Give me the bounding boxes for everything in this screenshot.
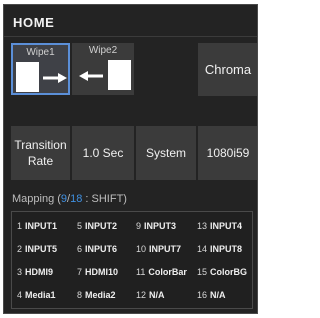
mapping-cell[interactable]: 6 INPUT6 [77, 238, 137, 260]
system-label: System [145, 146, 186, 160]
mapping-cell-source: INPUT1 [25, 221, 58, 231]
rate-value: 1.0 Sec [82, 146, 124, 160]
mapping-prefix: Mapping ( [12, 193, 61, 205]
mapping-cell-number: 11 [136, 267, 146, 277]
mapping-cell[interactable]: 5 INPUT2 [77, 215, 137, 237]
system-button[interactable]: System [136, 126, 196, 180]
mapping-grid: 1 INPUT1 5 INPUT2 9 INPUT3 13 INPUT4 2 INPUT5… [11, 211, 253, 309]
mapping-cell-number: 15 [197, 267, 208, 277]
mapping-cell-number: 1 [17, 221, 23, 231]
mapping-cell-source: ColorBG [210, 267, 248, 277]
mapping-cell-source: N/A [210, 290, 226, 300]
arrow-right-icon [43, 73, 67, 83]
mapping-cell-number: 12 [136, 290, 147, 300]
mapping-cell-source: ColorBar [148, 267, 187, 277]
chroma-label: Chroma [204, 61, 252, 77]
mapping-cell[interactable]: 15 ColorBG [197, 261, 257, 283]
mapping-cell[interactable]: 8 Media2 [77, 284, 137, 306]
mapping-cell[interactable]: 13 INPUT4 [197, 215, 257, 237]
mapping-cell-number: 8 [77, 290, 83, 300]
mapping-cell-number: 3 [17, 267, 23, 277]
mapping-cell[interactable]: 9 INPUT3 [136, 215, 196, 237]
mapping-cell-number: 13 [197, 221, 208, 231]
mapping-cell-number: 7 [77, 267, 83, 277]
wipe2-button[interactable]: Wipe2 [72, 43, 134, 95]
wipe1-source-box [16, 62, 39, 92]
arrow-left-icon [79, 71, 103, 81]
video-format-button[interactable]: 1080i59 [198, 126, 257, 180]
mapping-cell-source: INPUT6 [85, 244, 118, 254]
mapping-cell-number: 5 [77, 221, 83, 231]
mapping-suffix: : SHIFT) [82, 193, 127, 205]
mapping-cell-source: HDMI9 [25, 267, 54, 277]
mapping-cell-number: 6 [77, 244, 83, 254]
mapping-label: Mapping (9/18 : SHIFT) [12, 193, 127, 205]
transition-rate-label: Transition Rate [14, 138, 67, 168]
mapping-cell[interactable]: 3 HDMI9 [17, 261, 77, 283]
mapping-cell[interactable]: 2 INPUT5 [17, 238, 77, 260]
wipe1-button[interactable]: Wipe1 [11, 43, 70, 95]
mapping-cell[interactable]: 4 Media1 [17, 284, 77, 306]
wipe2-label: Wipe2 [88, 45, 118, 56]
mapping-cell-source: Media2 [85, 290, 116, 300]
mapping-cell[interactable]: 12 N/A [136, 284, 196, 306]
mapping-cell-number: 4 [17, 290, 23, 300]
mapping-cell[interactable]: 16 N/A [197, 284, 257, 306]
mapping-cell[interactable]: 14 INPUT8 [197, 238, 257, 260]
mapping-cell-source: INPUT3 [144, 221, 177, 231]
mapping-cell[interactable]: 7 HDMI10 [77, 261, 137, 283]
mapping-cell-source: INPUT4 [210, 221, 243, 231]
mapping-cell-source: INPUT2 [85, 221, 118, 231]
mapping-cell-source: HDMI10 [85, 267, 119, 277]
mapping-cell-source: INPUT8 [210, 244, 243, 254]
title-divider [4, 36, 257, 37]
mapping-cell-source: INPUT5 [25, 244, 58, 254]
video-format-value: 1080i59 [206, 146, 250, 160]
home-panel: HOME Wipe1 Wipe2 Chroma Transition Rate … [3, 4, 258, 314]
transition-rate-button[interactable]: Transition Rate [11, 126, 70, 180]
mapping-cell[interactable]: 11 ColorBar [136, 261, 196, 283]
mapping-cell[interactable]: 10 INPUT7 [136, 238, 196, 260]
wipe2-source-box [108, 60, 131, 90]
mapping-cell-source: N/A [149, 290, 165, 300]
mapping-total-pages: 18 [70, 193, 83, 205]
mapping-cell-number: 14 [197, 244, 208, 254]
rate-value-button[interactable]: 1.0 Sec [72, 126, 134, 180]
mapping-cell-number: 9 [136, 221, 142, 231]
mapping-cell-source: Media1 [25, 290, 56, 300]
mapping-cell-number: 10 [136, 244, 147, 254]
chroma-button[interactable]: Chroma [198, 43, 257, 96]
panel-title: HOME [13, 15, 55, 30]
mapping-cell[interactable]: 1 INPUT1 [17, 215, 77, 237]
mapping-cell-number: 2 [17, 244, 23, 254]
mapping-cell-source: INPUT7 [149, 244, 182, 254]
wipe1-label: Wipe1 [26, 47, 55, 58]
mapping-cell-number: 16 [197, 290, 208, 300]
